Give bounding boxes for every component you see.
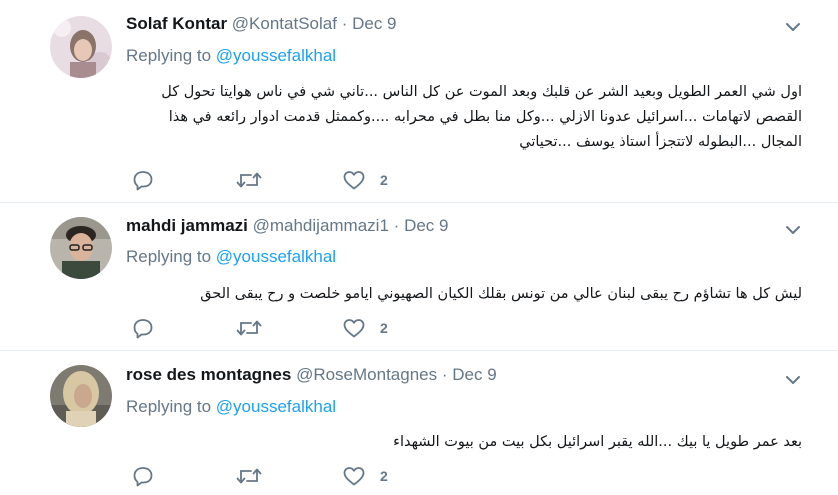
tweet-text: اول شي العمر الطويل وبعيد الشر عن قلبك و… — [161, 84, 802, 150]
heart-icon — [343, 319, 365, 338]
reply-feed: Solaf Kontar @KontatSolaf · Dec 9 Replyi… — [0, 0, 838, 495]
like-button[interactable]: 2 — [342, 168, 388, 192]
replying-to: Replying to @youssefalkhal — [126, 247, 336, 267]
avatar[interactable] — [50, 365, 112, 427]
retweet-button[interactable] — [236, 464, 262, 488]
chevron-down-icon[interactable] — [784, 371, 802, 389]
mention-link[interactable]: @youssefalkhal — [216, 247, 336, 266]
replying-to: Replying to @youssefalkhal — [126, 46, 336, 66]
separator-dot: · — [441, 365, 448, 384]
retweet-button[interactable] — [236, 316, 262, 340]
like-button[interactable]: 2 — [342, 464, 388, 488]
reply-icon — [133, 319, 153, 339]
like-button[interactable]: 2 — [342, 316, 388, 340]
replying-to: Replying to @youssefalkhal — [126, 397, 336, 417]
reply-button[interactable] — [132, 168, 154, 192]
heart-icon — [343, 467, 365, 486]
reply-icon — [133, 171, 153, 191]
tweet-card[interactable]: Solaf Kontar @KontatSolaf · Dec 9 Replyi… — [0, 0, 838, 203]
chevron-down-icon[interactable] — [784, 221, 802, 239]
avatar[interactable] — [50, 16, 112, 78]
chevron-down-icon[interactable] — [784, 18, 802, 36]
tweet-header: rose des montagnes @RoseMontagnes · Dec … — [126, 365, 497, 385]
tweet-card[interactable]: mahdi jammazi @mahdijammazi1 · Dec 9 Rep… — [0, 203, 838, 351]
tweet-date[interactable]: Dec 9 — [404, 216, 448, 235]
tweet-header: Solaf Kontar @KontatSolaf · Dec 9 — [126, 14, 397, 34]
tweet-header: mahdi jammazi @mahdijammazi1 · Dec 9 — [126, 216, 448, 236]
like-count: 2 — [380, 468, 388, 484]
replying-label: Replying to — [126, 397, 212, 416]
tweet-text: ليش كل ها تشاؤم رح يبقى لبنان عالي من تو… — [200, 286, 802, 302]
retweet-icon — [236, 468, 262, 484]
display-name[interactable]: mahdi jammazi — [126, 216, 248, 235]
reply-button[interactable] — [132, 464, 154, 488]
tweet-date[interactable]: Dec 9 — [352, 14, 396, 33]
reply-button[interactable] — [132, 316, 154, 340]
mention-link[interactable]: @youssefalkhal — [216, 46, 336, 65]
heart-icon — [343, 171, 365, 190]
reply-icon — [133, 467, 153, 487]
tweet-card[interactable]: rose des montagnes @RoseMontagnes · Dec … — [0, 351, 838, 495]
retweet-icon — [236, 320, 262, 336]
tweet-text: بعد عمر طويل يا بيك ...الله يقبر اسرائيل… — [393, 434, 802, 450]
replying-label: Replying to — [126, 46, 212, 65]
display-name[interactable]: rose des montagnes — [126, 365, 291, 384]
avatar[interactable] — [50, 217, 112, 279]
like-count: 2 — [380, 172, 388, 188]
retweet-button[interactable] — [236, 168, 262, 192]
mention-link[interactable]: @youssefalkhal — [216, 397, 336, 416]
retweet-icon — [236, 172, 262, 188]
separator-dot: · — [393, 216, 400, 235]
display-name[interactable]: Solaf Kontar — [126, 14, 227, 33]
user-handle[interactable]: @RoseMontagnes — [296, 365, 437, 384]
like-count: 2 — [380, 320, 388, 336]
replying-label: Replying to — [126, 247, 212, 266]
separator-dot: · — [341, 14, 348, 33]
tweet-date[interactable]: Dec 9 — [452, 365, 496, 384]
user-handle[interactable]: @mahdijammazi1 — [253, 216, 389, 235]
user-handle[interactable]: @KontatSolaf — [232, 14, 337, 33]
